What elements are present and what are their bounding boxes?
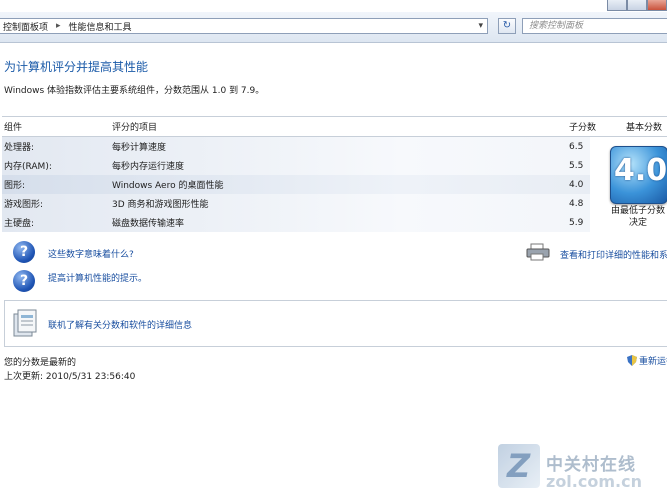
page-title: 为计算机评分并提高其性能 — [4, 60, 149, 74]
address-dropdown-icon[interactable]: ▾ — [478, 21, 483, 31]
software-info-icon — [13, 309, 37, 337]
address-toolbar: 控制面板项 ▸ 性能信息和工具 ▾ ↻ 搜索控制面板 — [0, 12, 667, 43]
row-item: 磁盘数据传输速率 — [112, 219, 185, 229]
row-component: 游戏图形: — [4, 200, 44, 210]
zol-logo-icon: Z — [498, 444, 540, 488]
table-row: 处理器: 每秒计算速度 6.5 — [2, 136, 667, 156]
base-score-badge: 4.0 — [610, 146, 667, 204]
last-update: 上次更新: 2010/5/31 23:56:40 — [4, 372, 136, 382]
window-controls — [607, 0, 667, 11]
row-component: 处理器: — [4, 143, 35, 153]
row-item: 每秒计算速度 — [112, 143, 167, 153]
watermark: Z 中关村在线 zol.com.cn — [498, 440, 667, 500]
breadcrumb-item-performance[interactable]: 性能信息和工具 — [69, 20, 132, 33]
header-component: 组件 — [2, 116, 110, 137]
page-subtitle: Windows 体验指数评估主要系统组件，分数范围从 1.0 到 7.9。 — [4, 86, 265, 96]
link-performance-tips[interactable]: 提高计算机性能的提示。 — [48, 271, 147, 284]
table-row: 图形: Windows Aero 的桌面性能 4.0 — [2, 175, 667, 194]
table-row: 内存(RAM): 每秒内存运行速度 5.5 — [2, 156, 667, 175]
refresh-button[interactable]: ↻ — [498, 18, 516, 34]
search-input[interactable]: 搜索控制面板 — [522, 18, 667, 34]
base-score-caption: 由最低子分数决定 — [610, 206, 665, 228]
rerun-label: 重新运行 — [639, 357, 667, 367]
breadcrumb[interactable]: 控制面板项 ▸ 性能信息和工具 ▾ — [0, 18, 488, 34]
close-button[interactable] — [647, 0, 667, 11]
breadcrumb-separator-icon[interactable]: ▸ — [56, 21, 61, 31]
row-item: 每秒内存运行速度 — [112, 162, 185, 172]
link-learn-more-online[interactable]: 联机了解有关分数和软件的详细信息 — [48, 318, 192, 331]
row-item: Windows Aero 的桌面性能 — [112, 181, 224, 191]
row-item: 3D 商务和游戏图形性能 — [112, 200, 209, 210]
score-table-header: 组件 评分的项目 子分数 基本分数 — [2, 116, 667, 137]
breadcrumb-item-control-panel[interactable]: 控制面板项 — [3, 20, 48, 33]
rerun-assessment-button[interactable]: 重新运行 — [627, 354, 667, 367]
minimize-button[interactable] — [607, 0, 627, 11]
table-row: 主硬盘: 磁盘数据传输速率 5.9 — [2, 213, 667, 232]
base-score-value: 4.0 — [614, 153, 667, 188]
printer-icon — [526, 243, 550, 261]
help-question-icon: ? — [13, 241, 35, 263]
uac-shield-icon — [627, 355, 637, 366]
link-what-numbers-mean[interactable]: 这些数字意味着什么? — [48, 247, 134, 260]
header-rated-item: 评分的项目 — [110, 116, 567, 137]
score-status: 您的分数是最新的 — [4, 358, 77, 368]
watermark-en: zol.com.cn — [546, 472, 642, 491]
header-subscore: 子分数 — [567, 116, 624, 137]
maximize-button[interactable] — [627, 0, 647, 11]
row-component: 图形: — [4, 181, 26, 191]
score-table: 组件 评分的项目 子分数 基本分数 处理器: 每秒计算速度 6.5 内存(RAM… — [2, 116, 667, 232]
link-print-details[interactable]: 查看和打印详细的性能和系统 — [560, 248, 667, 261]
header-base-score: 基本分数 — [624, 116, 667, 137]
row-component: 内存(RAM): — [4, 162, 52, 172]
row-component: 主硬盘: — [4, 219, 35, 229]
help-question-icon: ? — [13, 270, 35, 292]
refresh-icon: ↻ — [502, 20, 512, 31]
table-row: 游戏图形: 3D 商务和游戏图形性能 4.8 — [2, 194, 667, 213]
